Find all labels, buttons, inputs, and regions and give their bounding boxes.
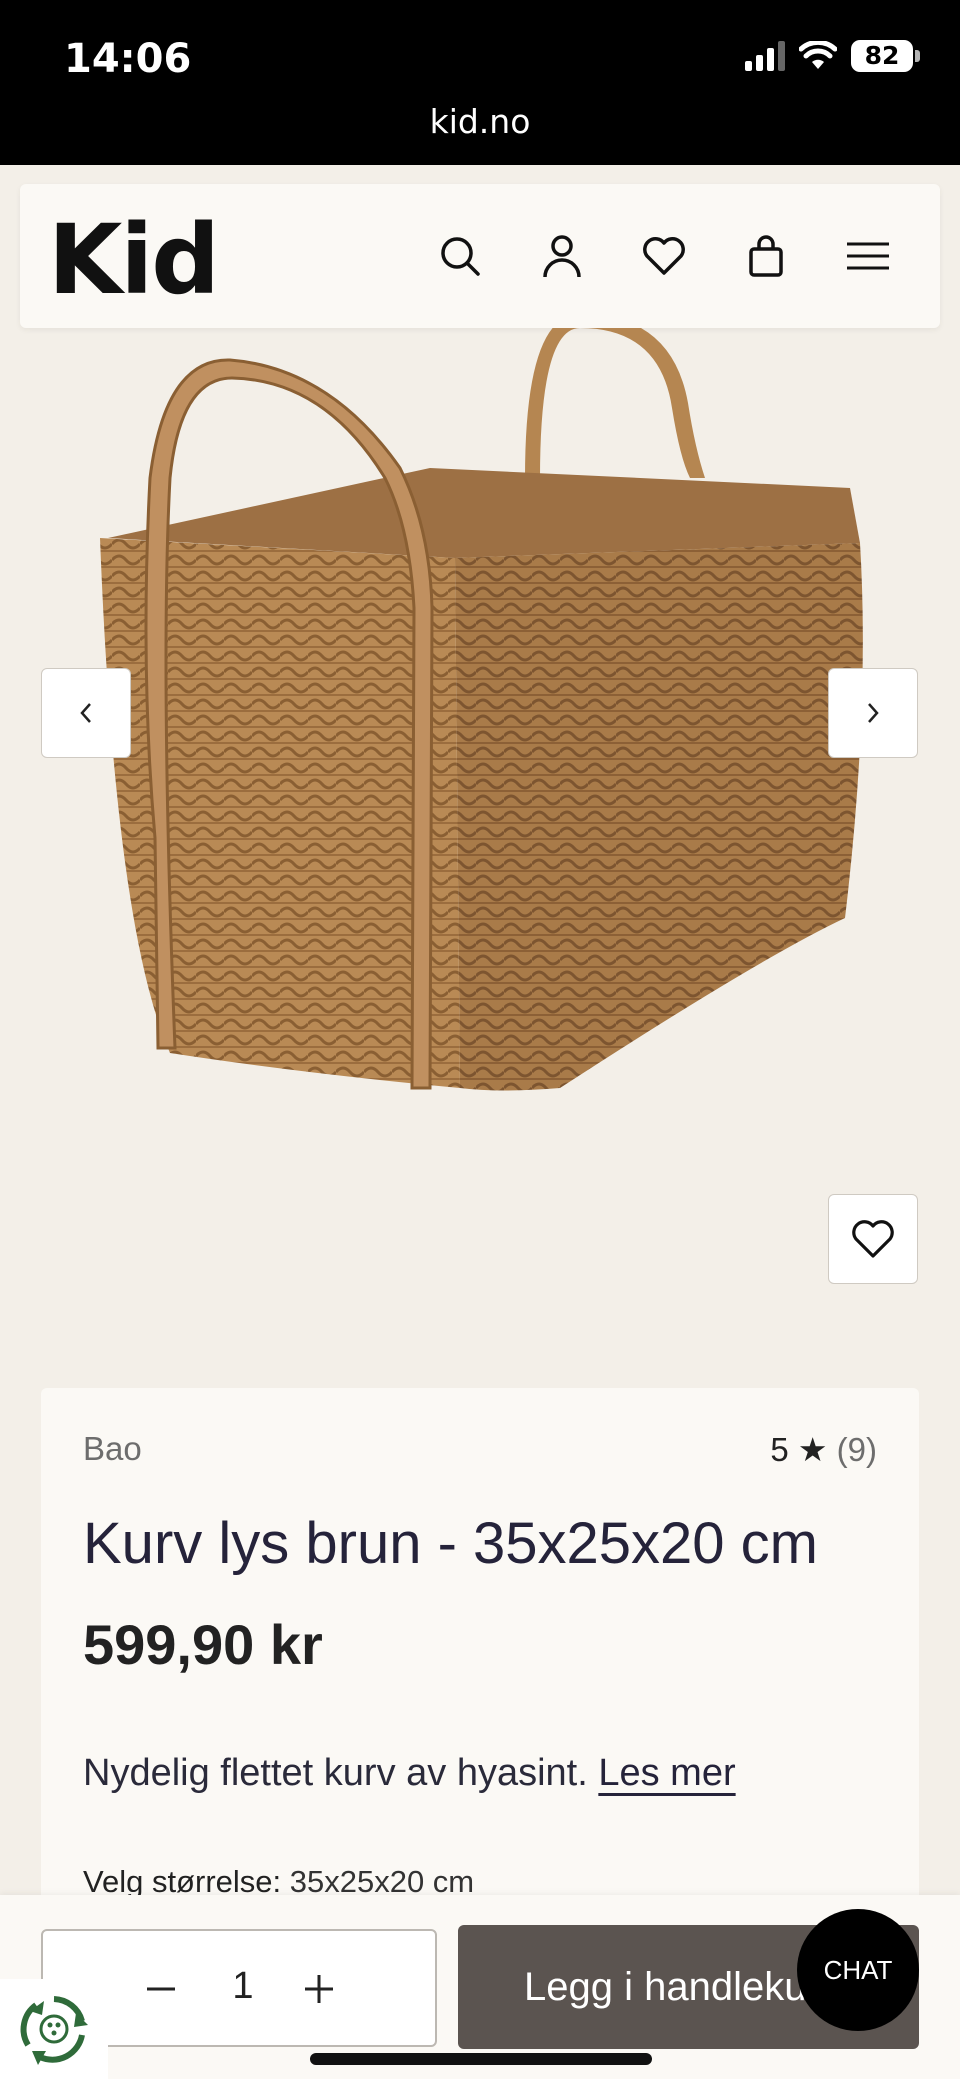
add-to-wishlist-button[interactable] bbox=[828, 1194, 918, 1284]
search-icon[interactable] bbox=[434, 230, 486, 282]
star-icon: ★ bbox=[797, 1431, 828, 1468]
status-bar: 14:06 82 kid.no bbox=[0, 0, 960, 165]
add-to-cart-bar: 1 Legg i handlekurv CHAT bbox=[0, 1895, 960, 2079]
battery-level: 82 bbox=[851, 40, 913, 72]
product-rating[interactable]: 5 ★ (9) bbox=[770, 1430, 877, 1469]
user-icon[interactable] bbox=[536, 230, 588, 282]
gallery-prev-button[interactable] bbox=[41, 668, 131, 758]
rating-count: (9) bbox=[836, 1431, 877, 1468]
status-icons: 82 bbox=[745, 40, 920, 72]
bag-icon[interactable] bbox=[740, 230, 792, 282]
heart-icon bbox=[852, 1220, 894, 1258]
product-image bbox=[100, 328, 863, 1091]
decrease-quantity-button[interactable] bbox=[139, 1967, 183, 2011]
signal-icon bbox=[745, 41, 785, 71]
recycle-badge[interactable] bbox=[0, 1979, 108, 2079]
quantity-value[interactable]: 1 bbox=[223, 1965, 263, 2008]
description-text: Nydelig flettet kurv av hyasint. bbox=[83, 1752, 588, 1794]
wifi-icon bbox=[799, 41, 837, 69]
size-value: 35x25x20 cm bbox=[289, 1864, 475, 1899]
site-logo[interactable]: Kid bbox=[48, 204, 220, 316]
gallery-next-button[interactable] bbox=[828, 668, 918, 758]
product-title: Kurv lys brun - 35x25x20 cm bbox=[83, 1511, 818, 1576]
rating-value: 5 bbox=[770, 1431, 789, 1468]
address-bar-url[interactable]: kid.no bbox=[0, 102, 960, 141]
plus-icon bbox=[305, 1975, 333, 2003]
product-price: 599,90 kr bbox=[83, 1613, 323, 1676]
chevron-right-icon bbox=[868, 703, 879, 723]
status-time: 14:06 bbox=[64, 36, 192, 82]
chat-button[interactable]: CHAT bbox=[797, 1909, 919, 2031]
chevron-left-icon bbox=[80, 703, 91, 723]
increase-quantity-button[interactable] bbox=[297, 1967, 341, 2011]
battery-icon: 82 bbox=[851, 40, 920, 72]
heart-icon[interactable] bbox=[638, 230, 690, 282]
minus-icon bbox=[147, 1987, 175, 1991]
product-gallery[interactable] bbox=[0, 328, 960, 1288]
product-brand[interactable]: Bao bbox=[83, 1430, 142, 1468]
site-header: Kid bbox=[20, 184, 940, 328]
menu-icon[interactable] bbox=[842, 230, 894, 282]
read-more-link[interactable]: Les mer bbox=[598, 1752, 735, 1794]
recycle-icon bbox=[20, 1996, 88, 2065]
home-indicator bbox=[310, 2053, 652, 2065]
size-label: Velg størrelse: bbox=[83, 1864, 282, 1899]
product-description: Nydelig flettet kurv av hyasint. Les mer bbox=[83, 1752, 736, 1795]
